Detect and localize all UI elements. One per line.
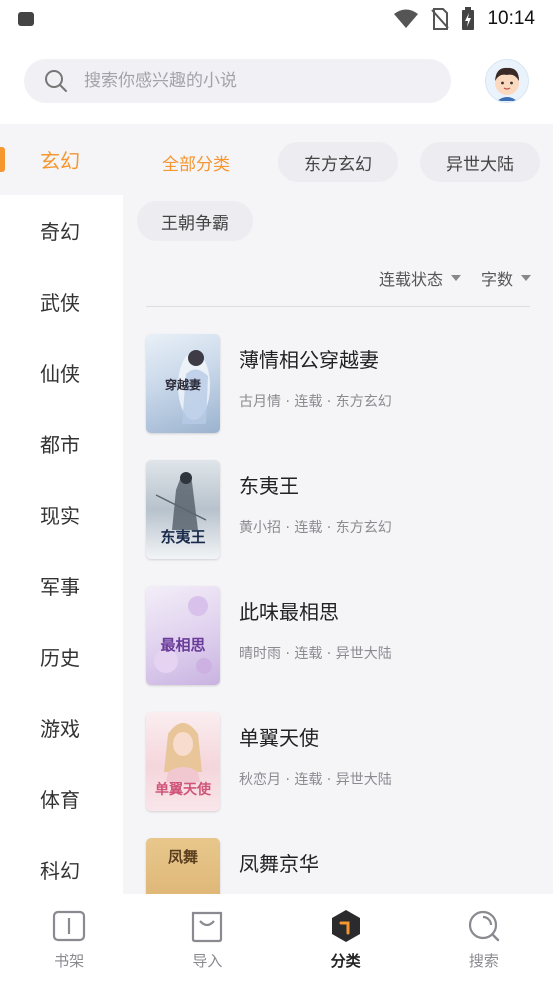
top-header <box>0 38 553 124</box>
sidebar-item-label: 历史 <box>40 646 80 670</box>
dropdown-arrow-icon <box>450 275 461 281</box>
category-icon <box>328 908 364 944</box>
status-bar: 10:14 <box>0 0 553 38</box>
sidebar-item-wuxia[interactable]: 武侠 <box>0 266 123 337</box>
book-title: 薄情相公穿越妻 <box>239 348 379 372</box>
wifi-icon <box>394 9 419 28</box>
sidebar-item-youxi[interactable]: 游戏 <box>0 692 123 763</box>
search-icon <box>466 908 502 944</box>
chip-dongfang-xuanhuan[interactable]: 东方玄幻 <box>278 142 398 182</box>
book-title: 凤舞京华 <box>239 852 319 876</box>
status-filter-label: 连载状态 <box>378 270 443 289</box>
sidebar-item-junshi[interactable]: 军事 <box>0 550 123 621</box>
nav-label: 搜索 <box>468 952 499 970</box>
book-meta: 晴时雨 · 连载 · 异世大陆 <box>239 646 392 662</box>
book-item[interactable]: 穿越妻 薄情相公穿越妻 古月情 · 连载 · 东方玄幻 <box>146 334 536 460</box>
book-item[interactable]: 凤舞 凤舞京华 <box>146 838 536 894</box>
word-count-filter-label: 字数 <box>480 270 513 289</box>
battery-charging-icon <box>462 7 475 30</box>
book-meta: 黄小招 · 连载 · 东方玄幻 <box>239 520 392 536</box>
sidebar-item-xianxia[interactable]: 仙侠 <box>0 337 123 408</box>
nav-label: 导入 <box>192 952 223 970</box>
sidebar-item-qihuan[interactable]: 奇幻 <box>0 195 123 266</box>
sidebar-item-label: 科幻 <box>40 859 80 883</box>
chip-wangchao-zhengba[interactable]: 王朝争霸 <box>137 201 253 241</box>
category-sidebar: 玄幻 奇幻 武侠 仙侠 都市 现实 军事 历史 游戏 体育 科幻 <box>0 124 123 894</box>
sidebar-item-label: 仙侠 <box>40 362 80 386</box>
sidebar-item-label: 体育 <box>40 788 80 812</box>
sidebar-item-label: 军事 <box>40 575 80 599</box>
search-icon <box>45 70 67 92</box>
category-content: 全部分类 东方玄幻 异世大陆 王朝争霸 连载状态 字数 穿越妻 薄情相公穿越妻 … <box>123 124 553 894</box>
sidebar-item-label: 现实 <box>40 504 80 528</box>
avatar-boy-icon <box>495 67 519 101</box>
book-cover: 凤舞 <box>146 838 220 894</box>
dropdown-arrow-icon <box>521 275 531 281</box>
sidebar-item-label: 游戏 <box>40 717 80 741</box>
book-cover: 东夷王 <box>146 460 220 559</box>
book-item[interactable]: 东夷王 东夷王 黄小招 · 连载 · 东方玄幻 <box>146 460 536 586</box>
chip-yishi-dalu[interactable]: 异世大陆 <box>420 142 540 182</box>
book-title: 此味最相思 <box>239 600 339 624</box>
status-filter[interactable]: 连载状态 <box>379 266 461 290</box>
sidebar-item-label: 武侠 <box>40 291 80 315</box>
cover-title: 凤舞 <box>167 848 198 866</box>
bookshelf-icon <box>51 908 87 944</box>
sidebar-item-xuanhuan[interactable]: 玄幻 <box>0 124 123 195</box>
book-title: 东夷王 <box>239 474 299 498</box>
nav-bookshelf[interactable]: 书架 <box>0 894 138 983</box>
sidebar-item-label: 都市 <box>40 433 80 457</box>
book-list: 穿越妻 薄情相公穿越妻 古月情 · 连载 · 东方玄幻 东夷王 东夷王 黄小招 … <box>146 334 536 894</box>
sidebar-item-xianshi[interactable]: 现实 <box>0 479 123 550</box>
sidebar-item-tiyu[interactable]: 体育 <box>0 763 123 834</box>
nav-label: 书架 <box>54 952 85 970</box>
sidebar-item-dushi[interactable]: 都市 <box>0 408 123 479</box>
sidebar-item-label: 奇幻 <box>40 220 80 244</box>
cover-title: 穿越妻 <box>164 378 201 392</box>
book-meta: 秋恋月 · 连载 · 异世大陆 <box>239 772 392 788</box>
status-time: 10:14 <box>487 8 535 29</box>
book-cover: 单翼天使 <box>146 712 220 811</box>
chip-all[interactable]: 全部分类 <box>145 142 247 182</box>
cover-title: 东夷王 <box>160 528 206 546</box>
nav-category[interactable]: 分类 <box>277 894 415 983</box>
cover-title: 单翼天使 <box>155 782 211 798</box>
book-cover: 最相思 <box>146 586 220 685</box>
user-avatar[interactable] <box>485 59 529 103</box>
word-count-filter[interactable]: 字数 <box>481 266 531 290</box>
sidebar-item-label: 玄幻 <box>40 149 80 173</box>
search-bar[interactable] <box>24 59 451 103</box>
sidebar-item-lishi[interactable]: 历史 <box>0 621 123 692</box>
nav-import[interactable]: 导入 <box>138 894 276 983</box>
divider <box>146 306 530 307</box>
nav-search[interactable]: 搜索 <box>415 894 553 983</box>
notification-icon <box>18 12 34 26</box>
cover-title: 最相思 <box>160 636 206 654</box>
bottom-nav: 书架 导入 分类 搜索 <box>0 894 553 983</box>
book-item[interactable]: 最相思 此味最相思 晴时雨 · 连载 · 异世大陆 <box>146 586 536 712</box>
import-bag-icon <box>189 908 225 944</box>
nav-label: 分类 <box>330 952 361 970</box>
filter-bar: 连载状态 字数 <box>379 266 531 290</box>
book-title: 单翼天使 <box>239 726 319 750</box>
book-cover: 穿越妻 <box>146 334 220 433</box>
book-meta: 古月情 · 连载 · 东方玄幻 <box>239 394 392 410</box>
no-sim-icon <box>431 8 450 30</box>
search-input[interactable] <box>84 71 404 91</box>
subcategory-chips: 全部分类 东方玄幻 异世大陆 王朝争霸 <box>123 124 553 248</box>
book-item[interactable]: 单翼天使 单翼天使 秋恋月 · 连载 · 异世大陆 <box>146 712 536 838</box>
